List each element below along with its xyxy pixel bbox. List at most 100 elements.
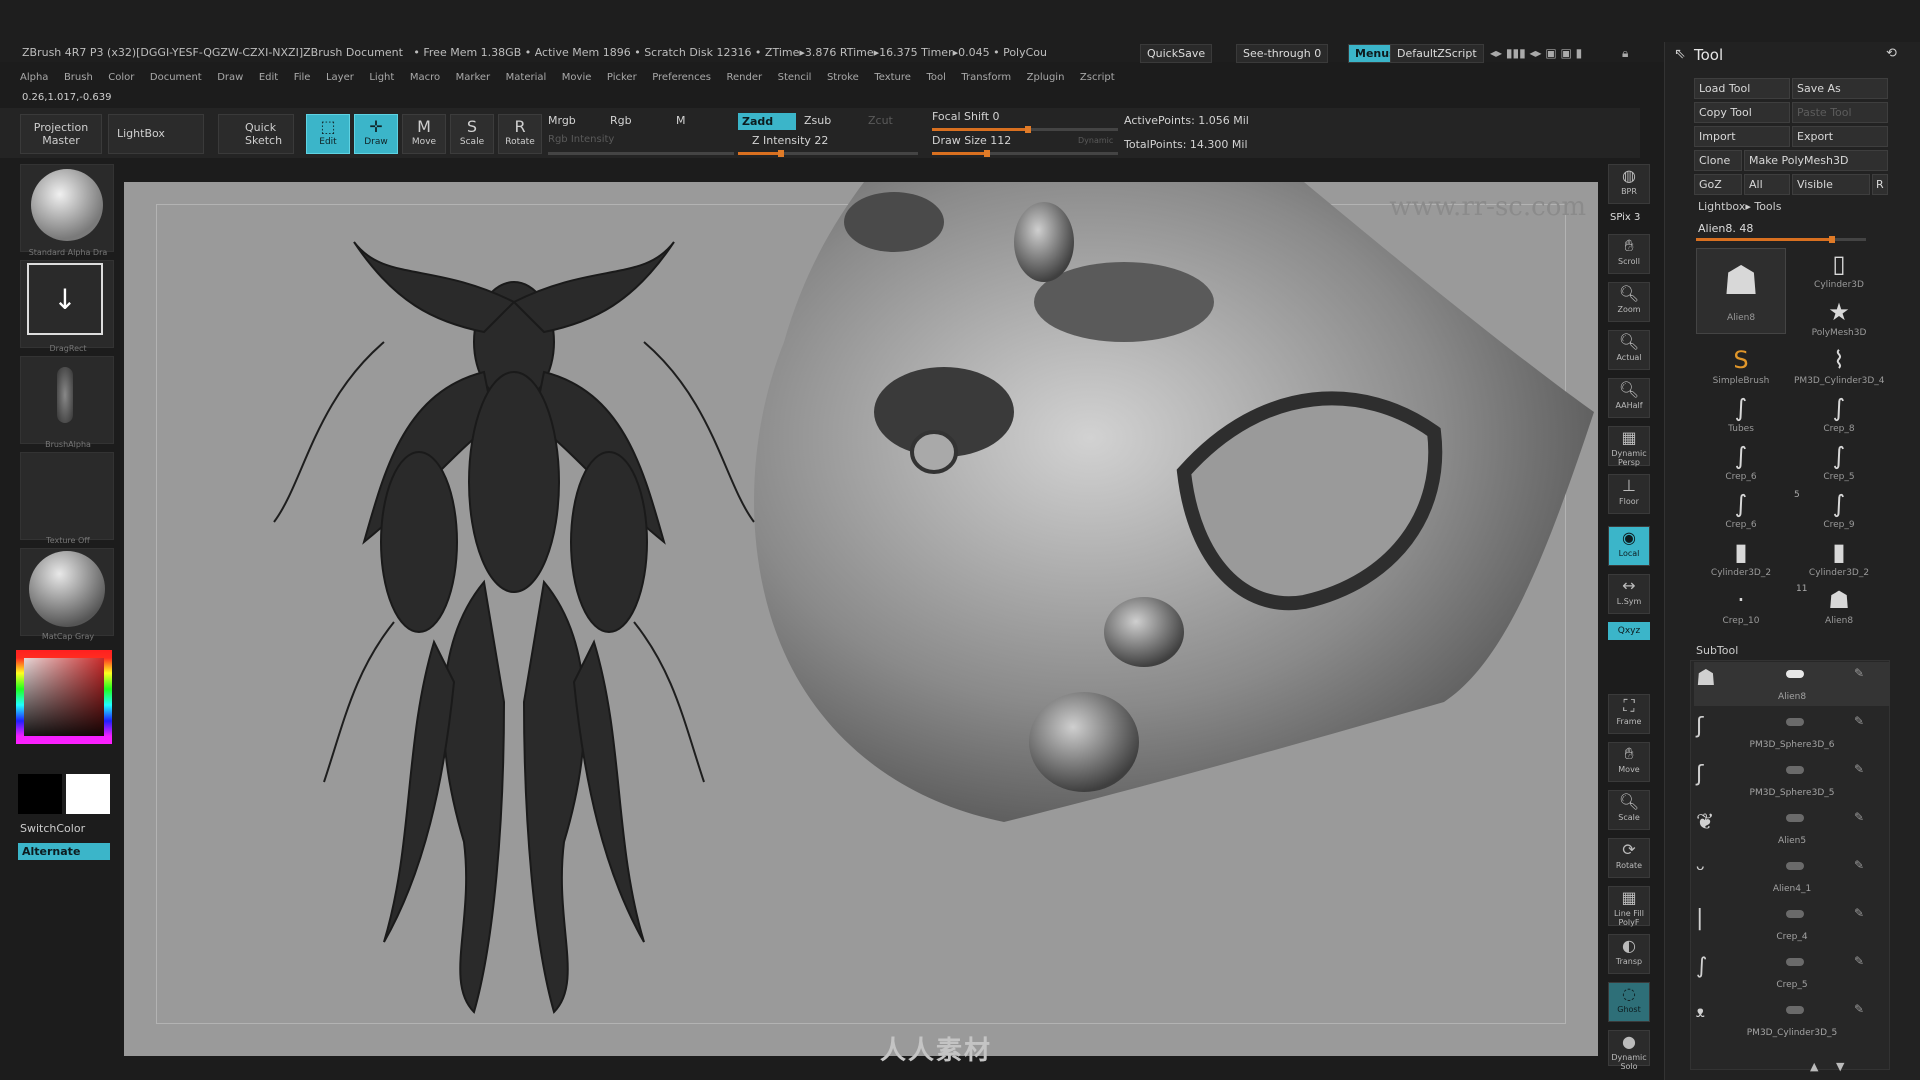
tool-polymesh3d[interactable]: ★ PolyMesh3D	[1794, 296, 1884, 340]
menu-tool[interactable]: Tool	[926, 72, 945, 83]
rotate-button[interactable]: R Rotate	[498, 114, 542, 154]
actual-button[interactable]: 🔍︎ Actual	[1608, 330, 1650, 370]
draw-size-slider[interactable]: Draw Size 112	[932, 134, 1011, 147]
visibility-toggle[interactable]	[1786, 958, 1804, 966]
brush-icon[interactable]: ✎	[1854, 810, 1864, 824]
export-button[interactable]: Export	[1792, 126, 1888, 147]
z-intensity-slider[interactable]: Z Intensity 22	[752, 134, 828, 147]
subtool-title[interactable]: SubTool	[1696, 644, 1738, 657]
subtool-row-sphere6[interactable]: ʃ ✎ PM3D_Sphere3D_6	[1694, 710, 1890, 754]
menu-preferences[interactable]: Preferences	[652, 72, 711, 83]
persp-button[interactable]: ▦ Dynamic Persp	[1608, 426, 1650, 467]
brush-thumbnail[interactable]	[20, 164, 114, 252]
visibility-toggle[interactable]	[1786, 766, 1804, 774]
menu-render[interactable]: Render	[727, 72, 763, 83]
texture-thumbnail[interactable]	[20, 452, 114, 540]
local-button[interactable]: ◉ Local	[1608, 526, 1650, 566]
brush-icon[interactable]: ✎	[1854, 762, 1864, 776]
subtool-row-crep5[interactable]: ∫ ✎ Crep_5	[1694, 950, 1890, 994]
m-button[interactable]: M	[676, 114, 686, 127]
subtool-row-alien4-1[interactable]: ᵕ ✎ Alien4_1	[1694, 854, 1890, 898]
polyf-button[interactable]: ▦ Line Fill PolyF	[1608, 886, 1650, 927]
goz-button[interactable]: GoZ	[1694, 174, 1742, 195]
solo-button[interactable]: ● Dynamic Solo	[1608, 1030, 1650, 1071]
spix-slider[interactable]: SPix 3	[1610, 212, 1640, 223]
menu-macro[interactable]: Macro	[410, 72, 440, 83]
save-as-button[interactable]: Save As	[1792, 78, 1888, 99]
script-button[interactable]: DefaultZScript	[1390, 44, 1484, 63]
rgb-intensity-slider[interactable]: Rgb Intensity	[548, 134, 614, 145]
main-color-swatch[interactable]	[18, 774, 62, 814]
subtool-row-alien5[interactable]: ❦ ✎ Alien5	[1694, 806, 1890, 850]
draw-button[interactable]: ✛ Draw	[354, 114, 398, 154]
paste-tool-button[interactable]: Paste Tool	[1792, 102, 1888, 123]
goz-visible-button[interactable]: Visible	[1792, 174, 1870, 195]
menu-light[interactable]: Light	[369, 72, 394, 83]
alternate-button[interactable]: Alternate	[18, 843, 110, 860]
goz-r-button[interactable]: R	[1872, 174, 1888, 195]
tool-cylinder3d-2b[interactable]: ▮ Cylinder3D_2	[1794, 536, 1884, 580]
brush-icon[interactable]: ✎	[1854, 906, 1864, 920]
visibility-toggle[interactable]	[1786, 862, 1804, 870]
scale-view-button[interactable]: 🔍︎ Scale	[1608, 790, 1650, 830]
edit-button[interactable]: ⬚ Edit	[306, 114, 350, 154]
menu-zplugin[interactable]: Zplugin	[1027, 72, 1065, 83]
rotate-view-button[interactable]: ⟳ Rotate	[1608, 838, 1650, 878]
z-intensity-track[interactable]	[738, 150, 918, 157]
xyz-button[interactable]: Qxyz	[1608, 622, 1650, 640]
palette-refresh-icon[interactable]: ⟲	[1886, 46, 1897, 61]
floor-button[interactable]: ⊥ Floor	[1608, 474, 1650, 514]
tool-crep-10[interactable]: · Crep_10	[1696, 584, 1786, 628]
menu-zscript[interactable]: Zscript	[1080, 72, 1115, 83]
menu-edit[interactable]: Edit	[259, 72, 278, 83]
menu-document[interactable]: Document	[150, 72, 202, 83]
visibility-toggle[interactable]	[1786, 814, 1804, 822]
tool-pm3d-cylinder3d-4[interactable]: ⌇ PM3D_Cylinder3D_4	[1794, 344, 1885, 388]
subtool-row-crep4[interactable]: | ✎ Crep_4	[1694, 902, 1890, 946]
secondary-color-swatch[interactable]	[66, 774, 110, 814]
tool-simplebrush[interactable]: S SimpleBrush	[1696, 344, 1786, 388]
import-button[interactable]: Import	[1694, 126, 1790, 147]
brush-icon[interactable]: ✎	[1854, 666, 1864, 680]
brush-icon[interactable]: ✎	[1854, 858, 1864, 872]
current-tool-track[interactable]	[1696, 236, 1866, 243]
alpha-thumbnail[interactable]	[20, 356, 114, 444]
scroll-button[interactable]: ✋︎ Scroll	[1608, 234, 1650, 274]
copy-tool-button[interactable]: Copy Tool	[1694, 102, 1790, 123]
goz-all-button[interactable]: All	[1744, 174, 1790, 195]
lock-icon[interactable]: 🔒︎	[1622, 46, 1628, 61]
subtool-row-alien8[interactable]: ☗ ✎ Alien8	[1694, 662, 1890, 706]
move-button[interactable]: M Move	[402, 114, 446, 154]
visibility-toggle[interactable]	[1786, 670, 1804, 678]
lightbox-tools-link[interactable]: Lightbox▸ Tools	[1698, 200, 1781, 213]
subtool-row-cylinder5[interactable]: ᵜ ✎ PM3D_Cylinder3D_5	[1694, 998, 1890, 1042]
material-thumbnail[interactable]	[20, 548, 114, 636]
tool-cylinder3d[interactable]: ▯ Cylinder3D	[1794, 248, 1884, 292]
menu-picker[interactable]: Picker	[607, 72, 637, 83]
menu-texture[interactable]: Texture	[874, 72, 911, 83]
zcut-button[interactable]: Zcut	[868, 114, 893, 127]
zadd-button[interactable]: Zadd	[738, 113, 796, 130]
switch-color-button[interactable]: SwitchColor	[20, 822, 85, 835]
window-controls-icon[interactable]: ◂▸ ▮▮▮ ◂▸ ▣ ▣ ▮	[1490, 46, 1582, 60]
projection-master-button[interactable]: Projection Master	[20, 114, 102, 154]
menu-color[interactable]: Color	[108, 72, 134, 83]
load-tool-button[interactable]: Load Tool	[1694, 78, 1790, 99]
menu-alpha[interactable]: Alpha	[20, 72, 48, 83]
brush-icon[interactable]: ✎	[1854, 954, 1864, 968]
brush-icon[interactable]: ✎	[1854, 1002, 1864, 1016]
menu-stroke[interactable]: Stroke	[827, 72, 859, 83]
subtool-row-sphere5[interactable]: ʃ ✎ PM3D_Sphere3D_5	[1694, 758, 1890, 802]
rgb-intensity-track[interactable]	[548, 152, 734, 155]
quicksave-button[interactable]: QuickSave	[1140, 44, 1213, 63]
dynamic-toggle[interactable]: Dynamic	[1078, 136, 1113, 145]
tool-crep-8[interactable]: ∫ Crep_8	[1794, 392, 1884, 436]
menu-stencil[interactable]: Stencil	[778, 72, 812, 83]
menu-material[interactable]: Material	[506, 72, 547, 83]
brush-icon[interactable]: ✎	[1854, 714, 1864, 728]
zsub-button[interactable]: Zsub	[804, 114, 831, 127]
stroke-thumbnail[interactable]: ↓	[20, 260, 114, 348]
make-polymesh-button[interactable]: Make PolyMesh3D	[1744, 150, 1888, 171]
aahalf-button[interactable]: 🔍︎ AAHalf	[1608, 378, 1650, 418]
scale-button[interactable]: S Scale	[450, 114, 494, 154]
